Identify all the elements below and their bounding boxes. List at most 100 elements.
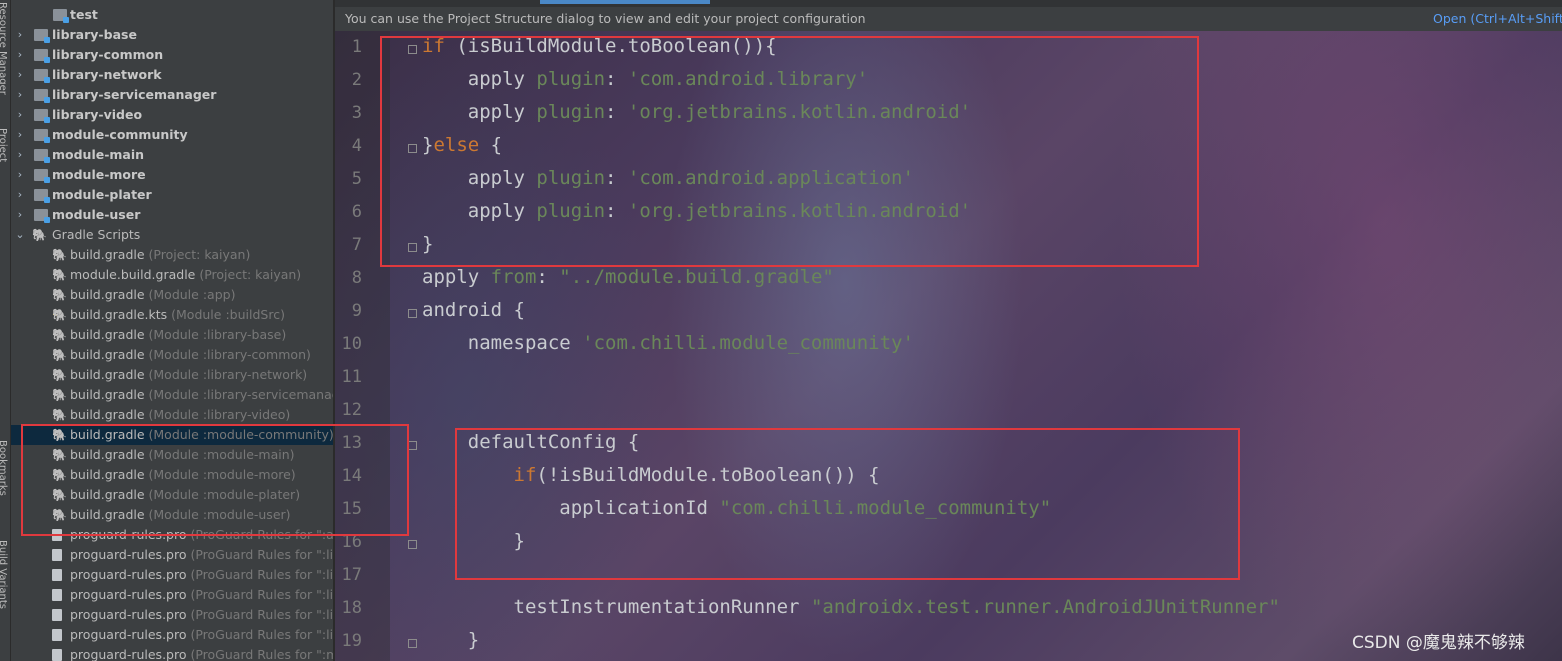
tree-item-label: library-network <box>52 67 162 82</box>
tree-item-label: library-video <box>52 107 143 122</box>
tree-item[interactable]: › module-user <box>11 205 333 225</box>
tree-item[interactable]: 🐘 build.gradle (Module :library-common) <box>11 345 333 365</box>
fold-marker-icon[interactable] <box>408 540 417 549</box>
line-number: 12 <box>341 400 362 420</box>
code-editor[interactable]: 1 if (isBuildModule.toBoolean()){2 apply … <box>335 31 1562 661</box>
tree-item[interactable]: › module-community <box>11 125 333 145</box>
file-icon <box>52 649 62 661</box>
code-line: apply plugin: 'org.jetbrains.kotlin.andr… <box>422 101 972 123</box>
fold-marker-icon[interactable] <box>408 243 417 252</box>
line-number: 5 <box>351 169 362 189</box>
tree-item[interactable]: 🐘 build.gradle (Project: kaiyan) <box>11 245 333 265</box>
tree-item-label: Gradle Scripts <box>52 227 141 242</box>
tree-item-hint: (Project: kaiyan) <box>195 267 302 282</box>
tree-item[interactable]: › library-base <box>11 25 333 45</box>
gradle-elephant-icon: 🐘 <box>52 408 67 422</box>
module-folder-icon <box>34 209 50 223</box>
tab-project[interactable]: Project <box>0 128 8 162</box>
tree-item[interactable]: › module-more <box>11 165 333 185</box>
module-folder-icon <box>34 169 50 183</box>
module-folder-icon <box>34 149 50 163</box>
tab-resource-manager[interactable]: Resource Manager <box>0 2 8 95</box>
gradle-elephant-icon: 🐘 <box>52 288 67 302</box>
tree-item[interactable]: 🐘 build.gradle (Module :library-network) <box>11 365 333 385</box>
gradle-elephant-icon: 🐘 <box>52 368 67 382</box>
project-structure-banner: You can use the Project Structure dialog… <box>335 7 1562 31</box>
chevron-right-icon[interactable]: › <box>15 85 25 105</box>
file-icon <box>52 609 62 621</box>
chevron-right-icon[interactable]: › <box>15 125 25 145</box>
line-number: 9 <box>351 301 362 321</box>
chevron-down-icon[interactable]: ⌄ <box>15 225 25 245</box>
code-line: } <box>422 629 480 651</box>
tree-item[interactable]: test <box>11 5 333 25</box>
tree-item[interactable]: › module-main <box>11 145 333 165</box>
tree-item-label: build.gradle (Module :library-common) <box>70 347 311 362</box>
tree-item-label: module-community <box>52 127 188 142</box>
active-tab-indicator <box>540 0 710 4</box>
line-number: 10 <box>341 334 362 354</box>
chevron-right-icon[interactable]: › <box>15 185 25 205</box>
tree-item-label: proguard-rules.pro (ProGuard Rules for "… <box>70 585 333 605</box>
tree-item[interactable]: proguard-rules.pro (ProGuard Rules for "… <box>11 585 333 605</box>
tree-item-label: module-plater <box>52 187 152 202</box>
fold-marker-icon[interactable] <box>408 441 417 450</box>
chevron-right-icon[interactable]: › <box>15 165 25 185</box>
tree-item-label: module-main <box>52 147 145 162</box>
tree-item[interactable]: ⌄ 🐘 Gradle Scripts <box>11 225 333 245</box>
chevron-right-icon[interactable]: › <box>15 145 25 165</box>
chevron-right-icon[interactable]: › <box>15 45 25 65</box>
tree-item[interactable]: proguard-rules.pro (ProGuard Rules for "… <box>11 645 333 661</box>
code-line: apply plugin: 'com.android.application' <box>422 167 914 189</box>
tree-item[interactable]: › library-common <box>11 45 333 65</box>
tree-item[interactable]: proguard-rules.pro (ProGuard Rules for "… <box>11 565 333 585</box>
fold-marker-icon[interactable] <box>408 639 417 648</box>
tree-item[interactable]: › library-video <box>11 105 333 125</box>
code-line: }else { <box>422 134 503 156</box>
chevron-right-icon[interactable]: › <box>15 105 25 125</box>
code-line: if(!isBuildModule.toBoolean()) { <box>513 464 880 486</box>
module-folder-icon <box>34 29 50 43</box>
tree-item-label: library-servicemanager <box>52 87 217 102</box>
gradle-elephant-icon: 🐘 <box>52 268 67 282</box>
tree-item[interactable]: proguard-rules.pro (ProGuard Rules for "… <box>11 545 333 565</box>
tree-item[interactable]: 🐘 build.gradle (Module :app) <box>11 285 333 305</box>
tree-item-hint: (Module :buildSrc) <box>167 307 285 322</box>
chevron-right-icon[interactable]: › <box>15 65 25 85</box>
open-project-structure-link[interactable]: Open (Ctrl+Alt+Shift+S) <box>1433 7 1562 31</box>
tree-item[interactable]: › library-network <box>11 65 333 85</box>
tree-item[interactable]: › library-servicemanager <box>11 85 333 105</box>
fold-marker-icon[interactable] <box>408 309 417 318</box>
tree-item-label: test <box>70 7 98 22</box>
tree-item[interactable]: 🐘 build.gradle (Module :library-base) <box>11 325 333 345</box>
line-number: 3 <box>351 103 362 123</box>
tab-bookmarks[interactable]: Bookmarks <box>0 440 8 496</box>
tree-item-label: library-base <box>52 27 137 42</box>
tree-item-label: build.gradle (Module :library-base) <box>70 327 287 342</box>
tree-item-label: proguard-rules.pro (ProGuard Rules for "… <box>70 545 333 565</box>
fold-marker-icon[interactable] <box>408 45 417 54</box>
line-number: 8 <box>351 268 362 288</box>
tree-item[interactable]: 🐘 build.gradle (Module :library-video) <box>11 405 333 425</box>
gradle-elephant-icon: 🐘 <box>32 228 47 242</box>
tree-item[interactable]: 🐘 module.build.gradle (Project: kaiyan) <box>11 265 333 285</box>
tree-item[interactable]: 🐘 build.gradle (Module :library-servicema… <box>11 385 333 405</box>
chevron-right-icon[interactable]: › <box>15 205 25 225</box>
tree-item[interactable]: proguard-rules.pro (ProGuard Rules for "… <box>11 605 333 625</box>
module-folder-icon <box>34 109 50 123</box>
tree-item[interactable]: › module-plater <box>11 185 333 205</box>
code-line: if (isBuildModule.toBoolean()){ <box>422 35 777 57</box>
tab-build-variants[interactable]: Build Variants <box>0 540 8 609</box>
tree-item[interactable]: 🐘 build.gradle.kts (Module :buildSrc) <box>11 305 333 325</box>
banner-message: You can use the Project Structure dialog… <box>345 11 866 26</box>
module-folder-icon <box>34 89 50 103</box>
tree-item-hint: (Module :library-base) <box>144 327 287 342</box>
code-line: applicationId "com.chilli.module_communi… <box>422 497 1052 519</box>
tree-item[interactable]: proguard-rules.pro (ProGuard Rules for "… <box>11 625 333 645</box>
tree-item-hint: (Module :library-network) <box>144 367 308 382</box>
gradle-elephant-icon: 🐘 <box>52 248 67 262</box>
gradle-elephant-icon: 🐘 <box>52 348 67 362</box>
fold-marker-icon[interactable] <box>408 144 417 153</box>
code-line: apply from: "../module.build.gradle" <box>422 266 834 288</box>
chevron-right-icon[interactable]: › <box>15 25 25 45</box>
